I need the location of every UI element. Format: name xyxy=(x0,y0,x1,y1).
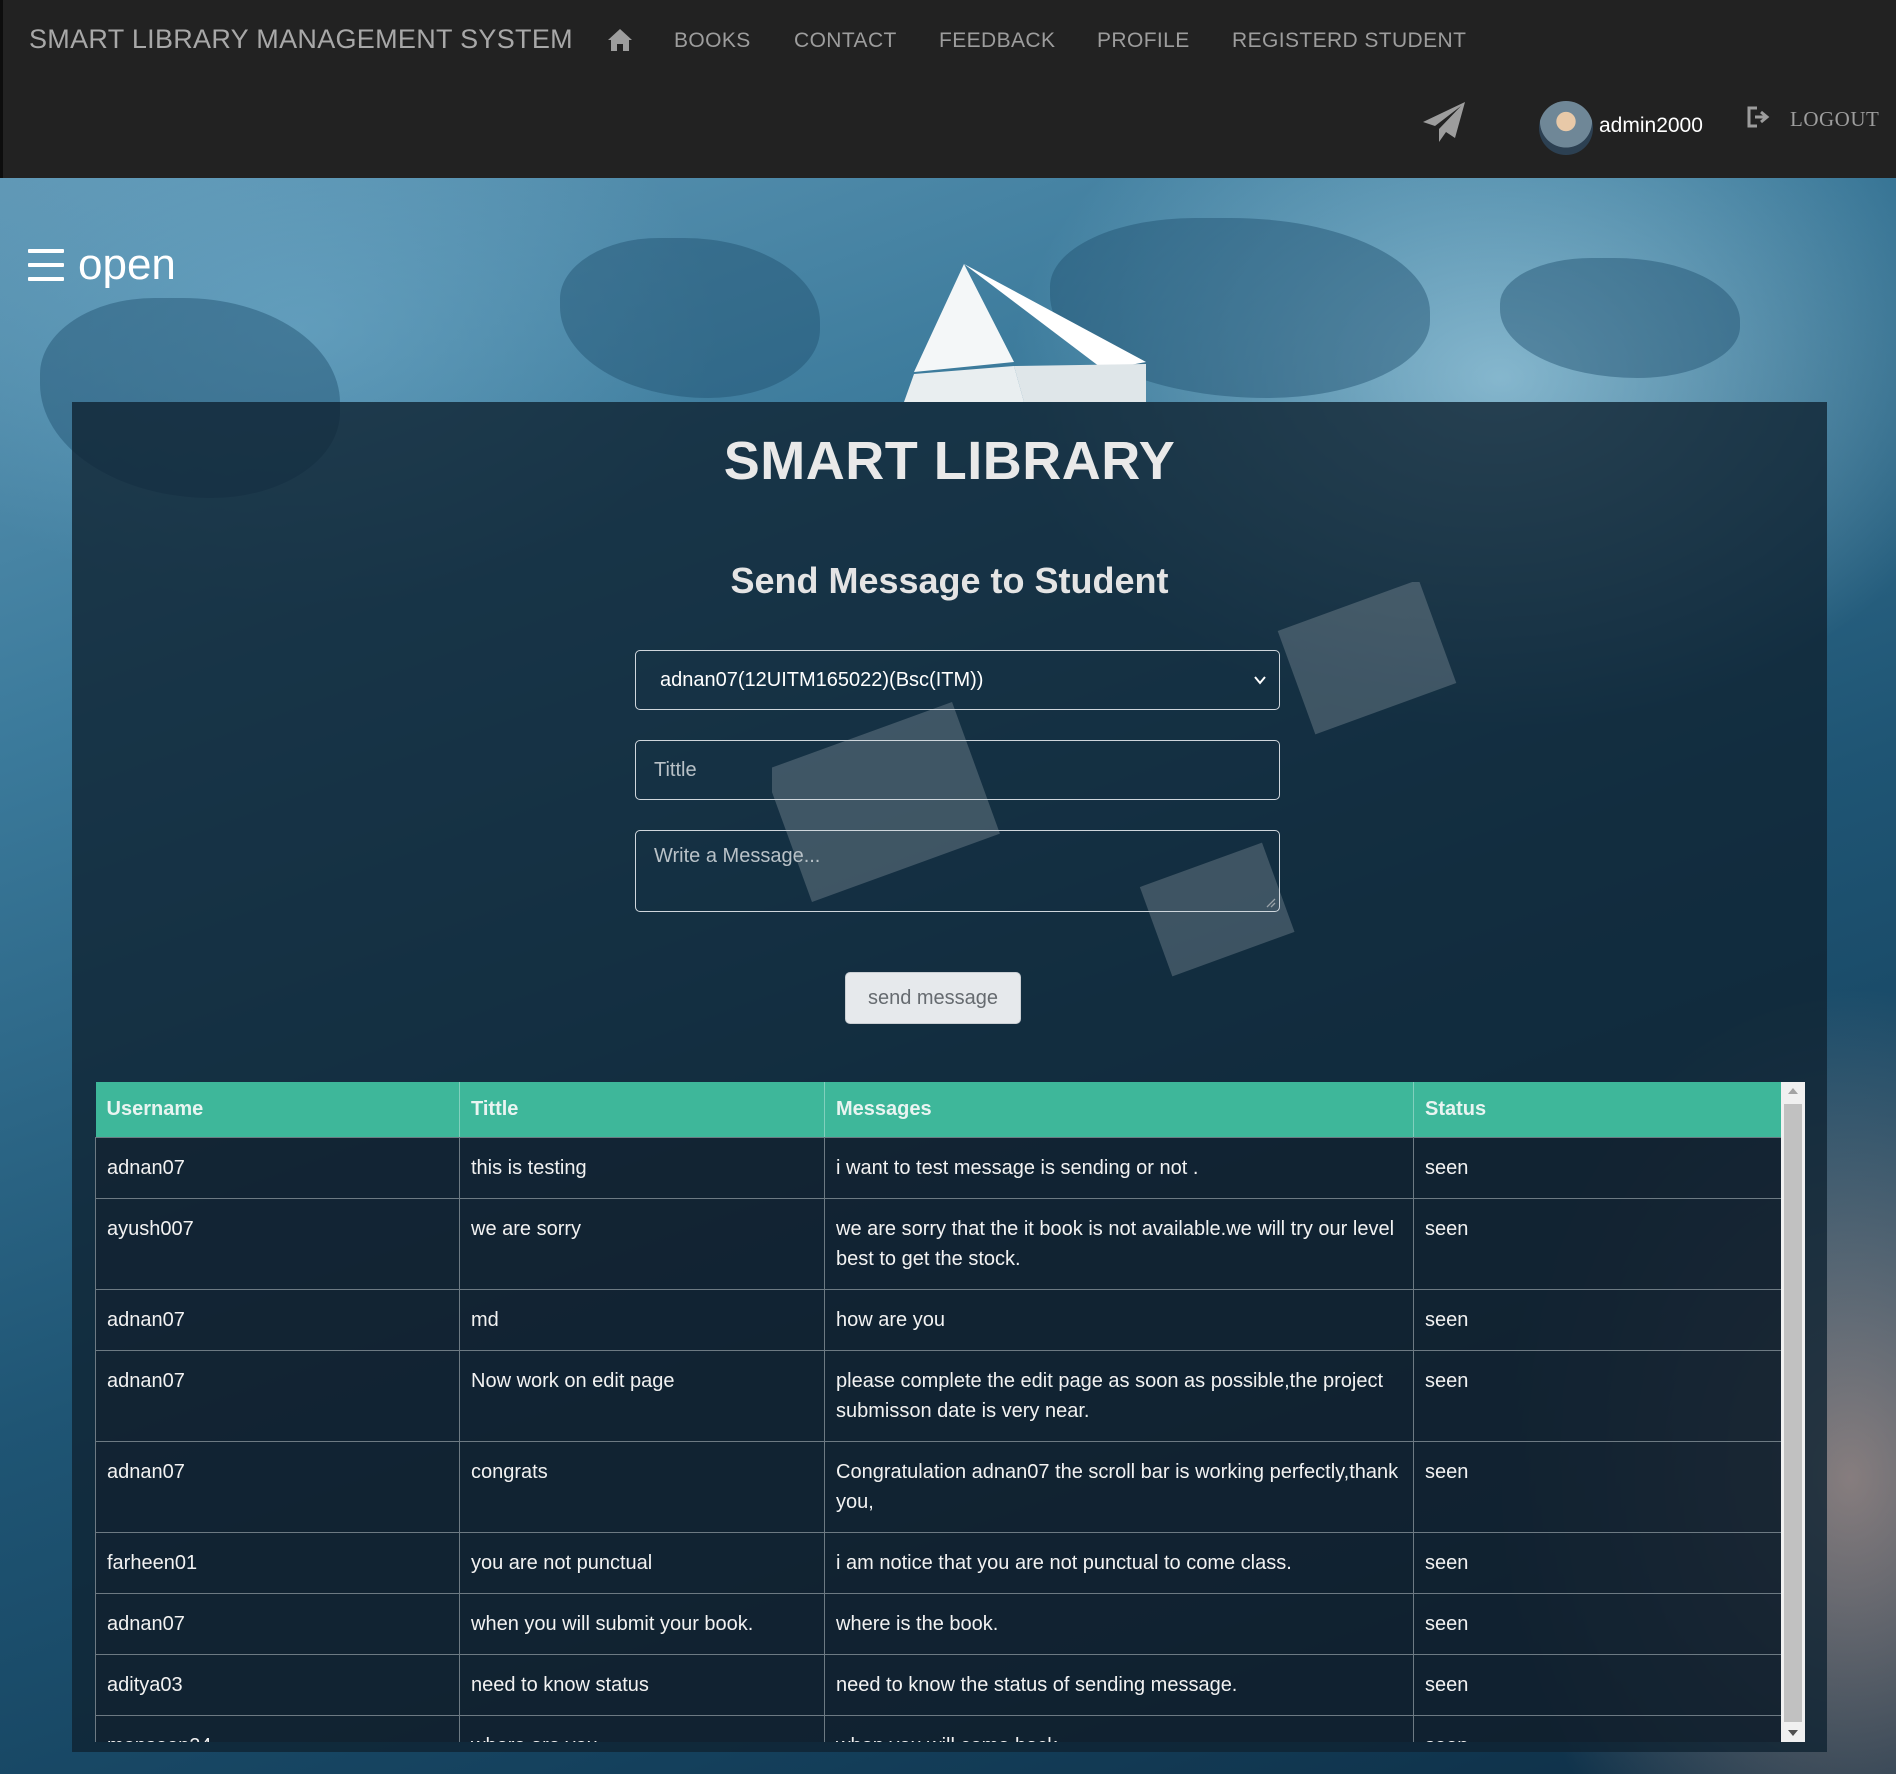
header-username[interactable]: Username xyxy=(95,1082,460,1137)
cell-title: when you will submit your book. xyxy=(459,1592,825,1654)
messages-table-container[interactable]: Username Tittle Messages Status adnan07 t… xyxy=(95,1082,1805,1742)
message-textarea[interactable]: Write a Message... xyxy=(635,830,1280,912)
sidebar-open-button[interactable]: open xyxy=(28,240,176,290)
navbar: SMART LIBRARY MANAGEMENT SYSTEM BOOKS CO… xyxy=(0,0,1896,178)
nav-contact[interactable]: CONTACT xyxy=(794,29,897,53)
cell-status: seen xyxy=(1413,1136,1782,1198)
student-select-value: adnan07(12UITM165022)(Bsc(ITM)) xyxy=(660,668,984,691)
cell-title: we are sorry xyxy=(459,1197,825,1289)
table-body: adnan07 this is testing i want to test mes… xyxy=(95,1136,1782,1742)
table-row: farheen01 you are not punctual i am notice… xyxy=(95,1531,1782,1593)
cell-message: when you will come back. xyxy=(824,1714,1414,1742)
header-title[interactable]: Tittle xyxy=(459,1082,825,1137)
cell-title: Now work on edit page xyxy=(459,1349,825,1441)
table-row: aditya03 need to know status need to know … xyxy=(95,1653,1782,1715)
cell-username: adnan07 xyxy=(95,1592,460,1654)
logout-link[interactable]: LOGOUT xyxy=(1790,107,1879,132)
paper-plane-logo-icon xyxy=(904,264,1146,402)
chevron-down-icon xyxy=(1254,676,1266,685)
header-messages[interactable]: Messages xyxy=(824,1082,1414,1137)
cell-status: seen xyxy=(1413,1288,1782,1350)
table-row: adnan07 congrats Congratulation adnan07 th… xyxy=(95,1440,1782,1532)
cell-message: please complete the edit page as soon as… xyxy=(824,1349,1414,1441)
cell-username: aditya03 xyxy=(95,1653,460,1715)
cell-message: we are sorry that the it book is not ava… xyxy=(824,1197,1414,1289)
title-input[interactable]: Tittle xyxy=(635,740,1280,800)
cell-title: need to know status xyxy=(459,1653,825,1715)
cell-status: seen xyxy=(1413,1653,1782,1715)
sidebar-open-label: open xyxy=(78,240,176,289)
student-select[interactable]: adnan07(12UITM165022)(Bsc(ITM)) xyxy=(635,650,1280,710)
message-panel: SMART LIBRARY Send Message to Student ad… xyxy=(72,402,1827,1752)
send-message-button[interactable]: send message xyxy=(845,972,1021,1024)
panel-title: SMART LIBRARY xyxy=(723,431,1176,491)
scroll-thumb[interactable] xyxy=(1784,1104,1802,1722)
cell-status: seen xyxy=(1413,1714,1782,1742)
table-row: ayush007 we are sorry we are sorry that th… xyxy=(95,1197,1782,1289)
message-placeholder: Write a Message... xyxy=(654,845,821,867)
cell-username: ayush007 xyxy=(95,1197,460,1289)
cell-message: Congratulation adnan07 the scroll bar is… xyxy=(824,1440,1414,1532)
cell-title: congrats xyxy=(459,1440,825,1532)
menu-icon xyxy=(28,249,64,281)
table-row: monsoon24where are youwhen you will come… xyxy=(95,1714,1782,1742)
cell-title: md xyxy=(459,1288,825,1350)
cell-status: seen xyxy=(1413,1349,1782,1441)
cell-status: seen xyxy=(1413,1531,1782,1593)
username[interactable]: admin2000 xyxy=(1599,114,1703,138)
cell-title: this is testing xyxy=(459,1136,825,1198)
nav-feedback[interactable]: FEEDBACK xyxy=(939,29,1055,53)
table-row: adnan07 md how are you seen xyxy=(95,1288,1782,1350)
nav-books[interactable]: BOOKS xyxy=(674,29,751,53)
cell-message: how are you xyxy=(824,1288,1414,1350)
resize-handle-icon[interactable] xyxy=(1264,896,1276,908)
logout-icon[interactable] xyxy=(1747,106,1771,128)
title-placeholder: Tittle xyxy=(654,758,697,781)
table-row: adnan07 Now work on edit page please compl… xyxy=(95,1349,1782,1441)
header-status[interactable]: Status xyxy=(1413,1082,1782,1137)
home-icon[interactable] xyxy=(606,27,634,53)
messages-table: Username Tittle Messages Status adnan07 t… xyxy=(95,1082,1782,1742)
cell-username: monsoon24 xyxy=(95,1714,460,1742)
cell-status: seen xyxy=(1413,1440,1782,1532)
cell-status: seen xyxy=(1413,1197,1782,1289)
cell-username: adnan07 xyxy=(95,1349,460,1441)
cell-message: i am notice that you are not punctual to… xyxy=(824,1531,1414,1593)
scroll-down-icon[interactable] xyxy=(1788,1730,1798,1736)
cell-status: seen xyxy=(1413,1592,1782,1654)
cell-username: adnan07 xyxy=(95,1440,460,1532)
table-scrollbar[interactable] xyxy=(1781,1082,1805,1742)
table-header-row: Username Tittle Messages Status xyxy=(95,1082,1782,1137)
table-row: adnan07 when you will submit your book. wh… xyxy=(95,1592,1782,1654)
scroll-up-icon[interactable] xyxy=(1788,1088,1798,1094)
avatar[interactable] xyxy=(1539,101,1593,155)
cell-message: need to know the status of sending messa… xyxy=(824,1653,1414,1715)
nav-registered-student[interactable]: REGISTERD STUDENT xyxy=(1232,29,1466,53)
cell-username: farheen01 xyxy=(95,1531,460,1593)
cell-title: you are not punctual xyxy=(459,1531,825,1593)
envelope-icon xyxy=(1277,582,1457,735)
map-shape xyxy=(1500,258,1740,378)
map-shape xyxy=(560,238,820,398)
cell-message: i want to test message is sending or not… xyxy=(824,1136,1414,1198)
nav-profile[interactable]: PROFILE xyxy=(1097,29,1190,53)
cell-message: where is the book. xyxy=(824,1592,1414,1654)
paper-plane-icon[interactable] xyxy=(1421,100,1467,144)
table-row: adnan07 this is testing i want to test mes… xyxy=(95,1136,1782,1198)
cell-username: adnan07 xyxy=(95,1136,460,1198)
cell-title: where are you xyxy=(459,1714,825,1742)
panel-subtitle: Send Message to Student xyxy=(730,560,1169,601)
brand-title[interactable]: SMART LIBRARY MANAGEMENT SYSTEM xyxy=(29,24,573,55)
cell-username: adnan07 xyxy=(95,1288,460,1350)
